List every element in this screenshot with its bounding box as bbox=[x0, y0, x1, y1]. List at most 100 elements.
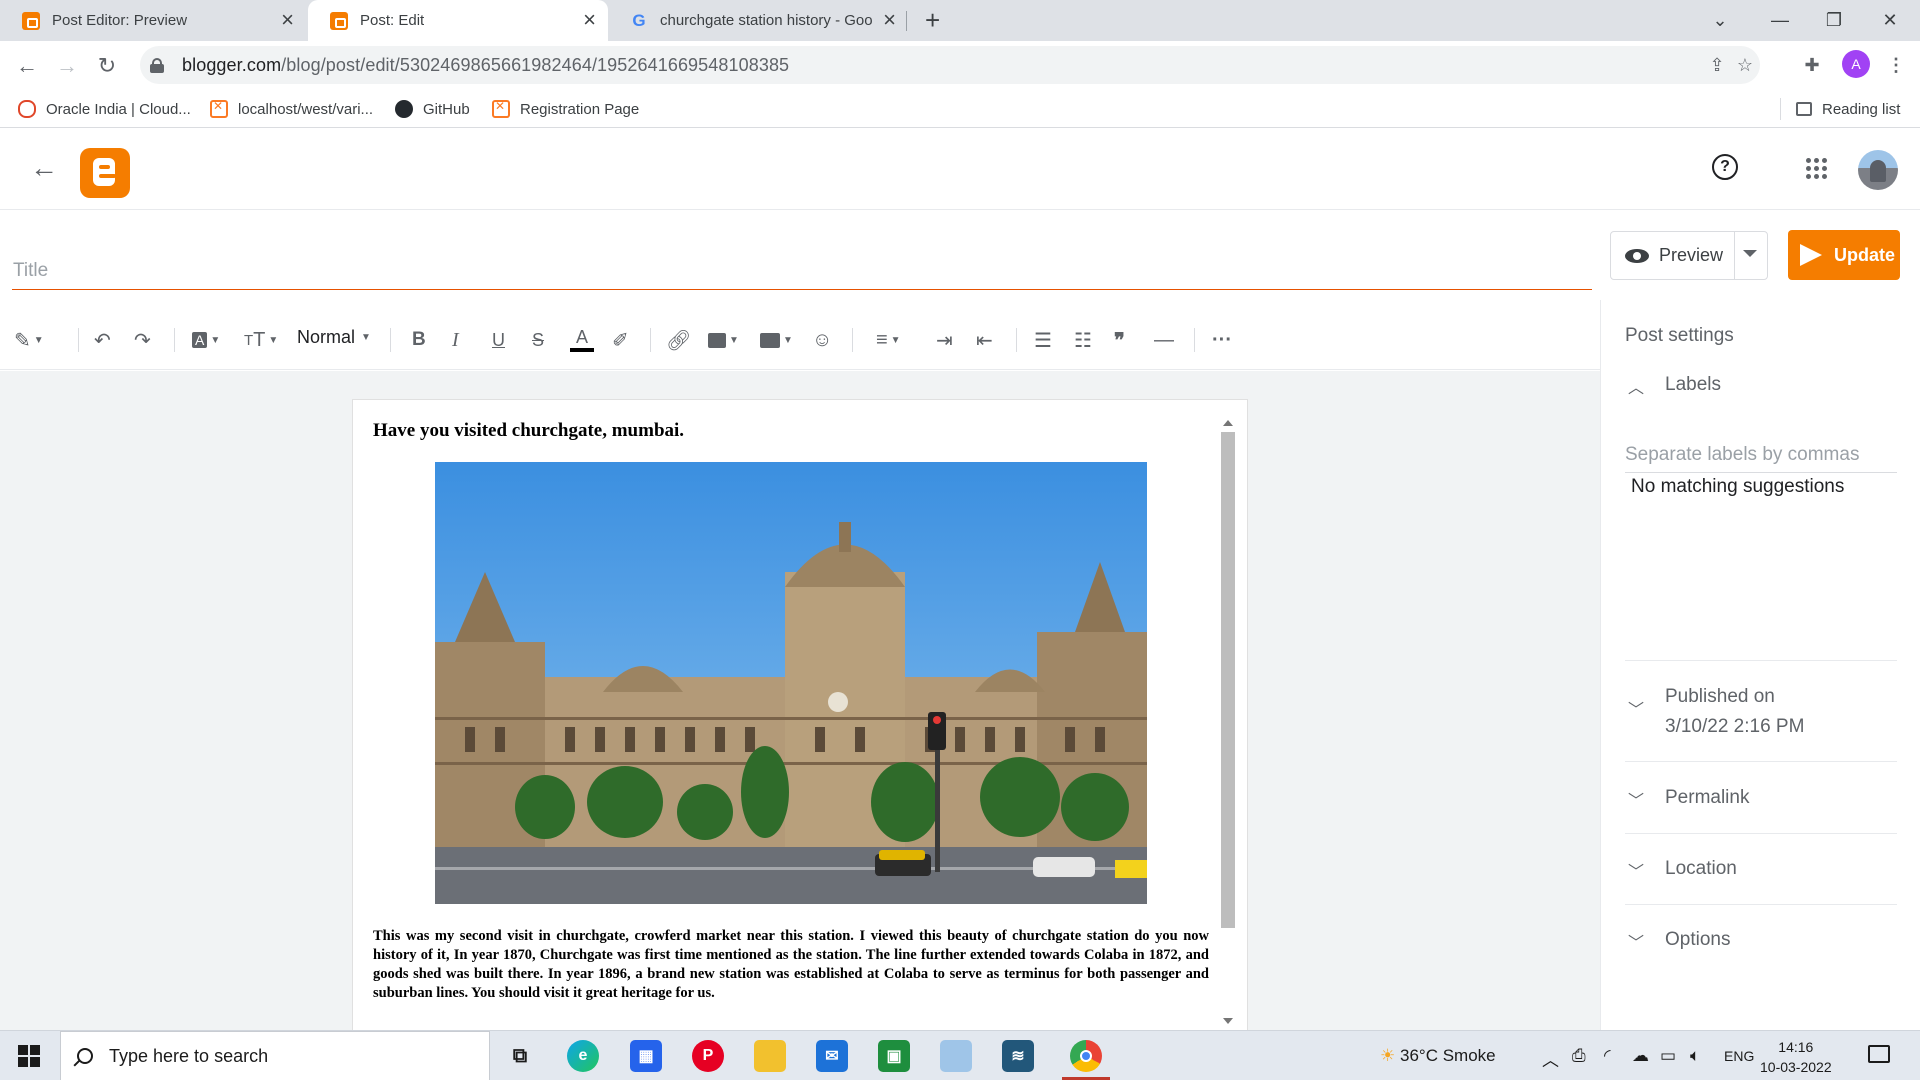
edge-browser-icon[interactable]: e bbox=[567, 1040, 599, 1072]
labels-section-toggle[interactable]: ︿ Labels bbox=[1625, 374, 1897, 398]
location-section-toggle[interactable]: ﹀ Location bbox=[1625, 858, 1897, 882]
account-avatar[interactable] bbox=[1858, 150, 1898, 190]
windows-start-icon[interactable] bbox=[18, 1045, 40, 1067]
battery-icon[interactable]: ▭ bbox=[1660, 1046, 1676, 1066]
file-explorer-icon[interactable] bbox=[754, 1040, 786, 1072]
post-body-text[interactable]: This was my second visit in churchgate, … bbox=[373, 927, 1209, 1003]
reload-icon[interactable]: ↻ bbox=[92, 51, 122, 81]
blogger-logo[interactable] bbox=[80, 148, 130, 198]
paragraph-style-select[interactable]: Normal ▼ bbox=[297, 327, 371, 348]
language-indicator[interactable]: ENG bbox=[1724, 1048, 1754, 1064]
scrollbar-thumb[interactable] bbox=[1221, 432, 1235, 928]
published-on-section-toggle[interactable]: ﹀ Published on 3/10/22 2:16 PM bbox=[1625, 686, 1897, 738]
task-view-icon[interactable]: ⧉ bbox=[504, 1040, 536, 1072]
strikethrough-icon[interactable]: S bbox=[532, 325, 544, 355]
close-icon[interactable]: × bbox=[281, 9, 294, 31]
close-icon[interactable]: × bbox=[883, 9, 896, 31]
tab-search-chevron-icon[interactable]: ⌄ bbox=[1692, 0, 1748, 41]
preview-dropdown-icon[interactable] bbox=[1743, 250, 1757, 257]
numbered-list-icon[interactable]: ☷ bbox=[1074, 325, 1092, 355]
scroll-up-icon[interactable] bbox=[1223, 420, 1233, 426]
labels-input[interactable] bbox=[1625, 437, 1897, 473]
redo-icon[interactable]: ↷ bbox=[134, 325, 151, 355]
more-options-icon[interactable]: ··· bbox=[1212, 325, 1232, 355]
compose-mode-pencil-icon[interactable]: ✎ ▼ bbox=[14, 325, 44, 355]
preview-button[interactable]: Preview bbox=[1610, 231, 1768, 280]
system-clock[interactable]: 14:16 10-03-2022 bbox=[1760, 1037, 1832, 1077]
taskbar-search-box[interactable]: Type here to search bbox=[60, 1031, 490, 1080]
wifi-icon[interactable]: ◜ bbox=[1604, 1046, 1611, 1066]
bookmark-star-icon[interactable]: ☆ bbox=[1734, 55, 1756, 77]
extensions-puzzle-icon[interactable]: ✚ bbox=[1800, 55, 1824, 79]
minimize-button[interactable]: — bbox=[1752, 0, 1808, 41]
update-button[interactable]: Update bbox=[1788, 230, 1900, 280]
font-size-icon[interactable]: T T ▼ bbox=[244, 325, 278, 355]
share-icon[interactable]: ⇪ bbox=[1706, 55, 1728, 77]
undo-icon[interactable]: ↶ bbox=[94, 325, 111, 355]
profile-avatar[interactable]: A bbox=[1842, 50, 1870, 78]
quote-icon[interactable]: ❞ bbox=[1114, 325, 1125, 355]
chevron-down-icon: ﹀ bbox=[1627, 864, 1644, 881]
show-hidden-icons-chevron-icon[interactable]: ︿ bbox=[1542, 1046, 1559, 1071]
bulleted-list-icon[interactable]: ☰ bbox=[1034, 325, 1052, 355]
insert-video-icon[interactable]: ▼ bbox=[760, 325, 793, 355]
microsoft-store-icon[interactable]: ▦ bbox=[630, 1040, 662, 1072]
tab-google-search[interactable]: G churchgate station history - Goo × bbox=[608, 0, 908, 41]
options-section-toggle[interactable]: ﹀ Options bbox=[1625, 929, 1897, 953]
post-heading[interactable]: Have you visited churchgate, mumbai. bbox=[373, 420, 684, 442]
outdent-icon[interactable]: ⇤ bbox=[976, 325, 993, 355]
address-bar[interactable]: blogger.com/blog/post/edit/5302469865661… bbox=[140, 46, 1760, 84]
link-icon[interactable]: 🔗︎ bbox=[666, 325, 691, 355]
weather-widget[interactable]: ☀ 36°C Smoke bbox=[1380, 1046, 1496, 1066]
volume-icon[interactable]: 🔈︎ bbox=[1690, 1046, 1700, 1066]
url-text[interactable]: blogger.com/blog/post/edit/5302469865661… bbox=[182, 55, 789, 76]
bookmarks-bar: Oracle India | Cloud... localhost/west/v… bbox=[0, 90, 1920, 128]
churchgate-station-photo[interactable] bbox=[435, 462, 1147, 904]
font-family-icon[interactable]: A ▼ bbox=[192, 325, 220, 355]
pinterest-icon[interactable]: P bbox=[692, 1040, 724, 1072]
device-icon[interactable]: ⎙ bbox=[1572, 1046, 1586, 1066]
forward-arrow-icon[interactable]: → bbox=[52, 51, 82, 81]
post-title-input[interactable] bbox=[12, 252, 1592, 290]
notes-app-icon[interactable] bbox=[940, 1040, 972, 1072]
chrome-icon[interactable] bbox=[1070, 1040, 1102, 1072]
help-icon[interactable]: ? bbox=[1712, 154, 1738, 180]
align-left-icon[interactable]: ≡ ▼ bbox=[876, 325, 901, 355]
restore-button[interactable]: ❐ bbox=[1806, 0, 1862, 41]
text-color-icon[interactable]: A bbox=[570, 325, 594, 355]
horizontal-rule-icon[interactable]: — bbox=[1154, 325, 1174, 355]
emoji-icon[interactable]: ☺ bbox=[812, 325, 832, 355]
bold-icon[interactable]: B bbox=[412, 325, 426, 355]
back-arrow-icon[interactable]: ← bbox=[30, 154, 58, 182]
bookmark-label: Oracle India | Cloud... bbox=[46, 100, 191, 118]
permalink-section-toggle[interactable]: ﹀ Permalink bbox=[1625, 787, 1897, 811]
browser-menu-icon[interactable]: ⋮ bbox=[1884, 55, 1908, 79]
underline-icon[interactable]: U bbox=[492, 325, 505, 355]
google-apps-icon[interactable] bbox=[1806, 158, 1828, 180]
window-close-button[interactable]: ✕ bbox=[1862, 0, 1918, 41]
scroll-down-icon[interactable] bbox=[1223, 1018, 1233, 1024]
back-arrow-icon[interactable]: ← bbox=[12, 51, 42, 81]
editor-scrollbar[interactable] bbox=[1219, 414, 1237, 1030]
indent-icon[interactable]: ⇥ bbox=[936, 325, 953, 355]
insert-image-icon[interactable]: ▼ bbox=[708, 325, 739, 355]
bookmark-registration[interactable]: Registration Page bbox=[492, 97, 639, 121]
highlight-pen-icon[interactable]: ✐ bbox=[612, 325, 629, 355]
published-date: 3/10/22 2:16 PM bbox=[1665, 716, 1805, 737]
new-tab-button[interactable]: + bbox=[925, 7, 940, 33]
google-classroom-icon[interactable]: ▣ bbox=[878, 1040, 910, 1072]
italic-icon[interactable]: I bbox=[452, 325, 459, 355]
bookmark-localhost[interactable]: localhost/west/vari... bbox=[210, 97, 373, 121]
tab-post-editor-preview[interactable]: Post Editor: Preview × bbox=[0, 0, 306, 41]
reading-list-button[interactable]: Reading list bbox=[1796, 97, 1900, 121]
bookmark-github[interactable]: GitHub bbox=[395, 97, 470, 121]
mail-icon[interactable]: ✉ bbox=[816, 1040, 848, 1072]
post-body-editor[interactable]: Have you visited churchgate, mumbai. Thi… bbox=[352, 399, 1248, 1030]
tab-post-edit[interactable]: Post: Edit × bbox=[308, 0, 608, 41]
lock-icon[interactable] bbox=[150, 57, 164, 73]
mysql-workbench-icon[interactable]: ≋ bbox=[1002, 1040, 1034, 1072]
close-icon[interactable]: × bbox=[583, 9, 596, 31]
bookmark-oracle[interactable]: Oracle India | Cloud... bbox=[18, 97, 191, 121]
notifications-icon[interactable] bbox=[1868, 1045, 1890, 1063]
onedrive-cloud-icon[interactable]: ☁ bbox=[1632, 1046, 1649, 1066]
